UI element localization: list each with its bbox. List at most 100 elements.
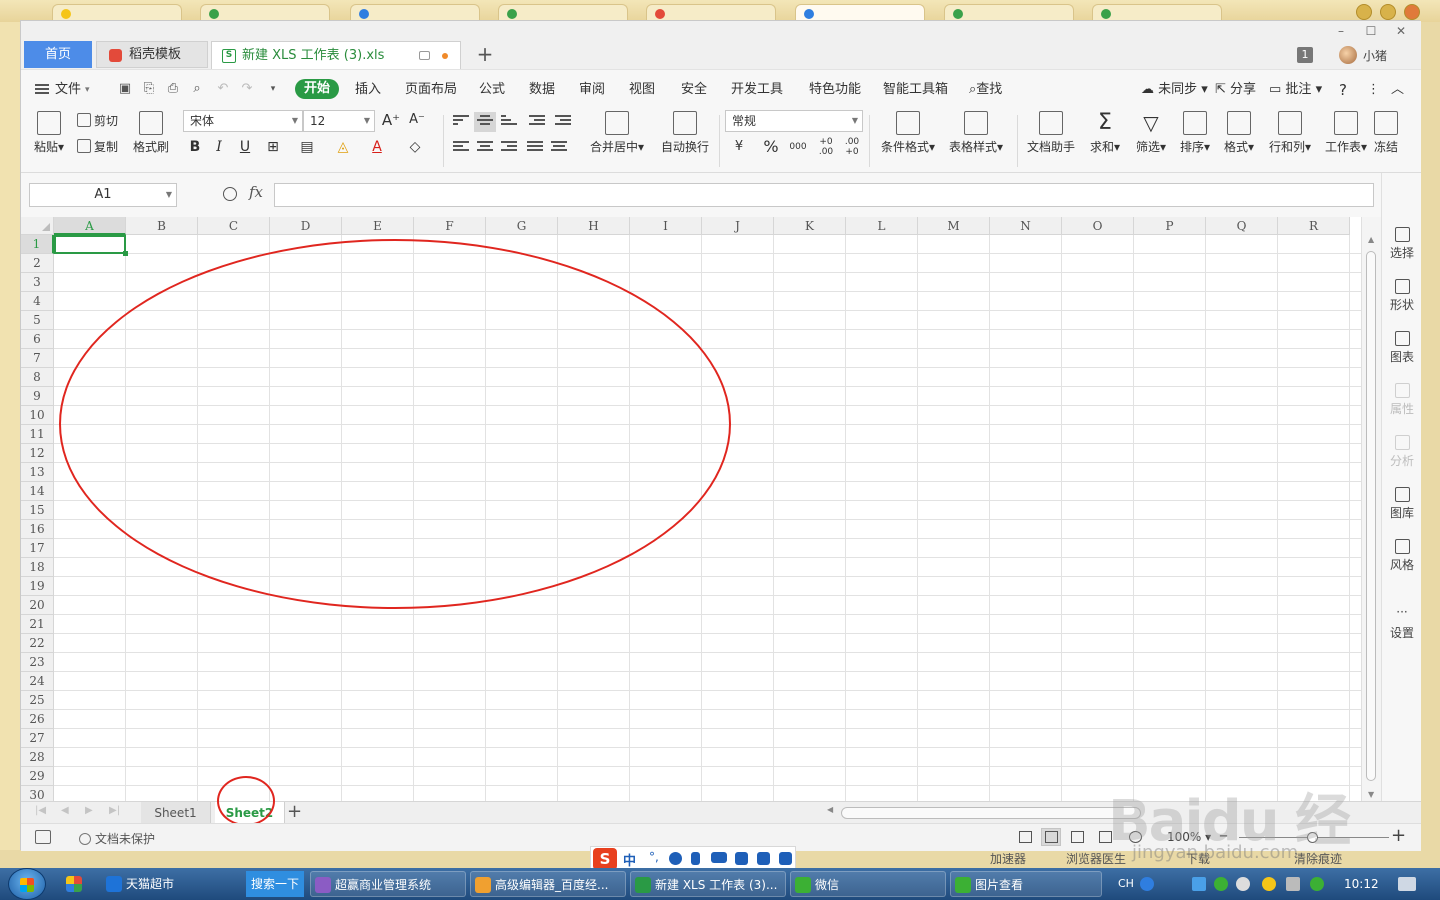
insert-function-button[interactable]: fx xyxy=(249,183,263,201)
align-top-icon[interactable] xyxy=(453,115,469,129)
prev-sheet-icon[interactable]: ◀ xyxy=(61,805,69,816)
antivirus-icon[interactable] xyxy=(1262,877,1276,891)
row-header[interactable]: 13 xyxy=(21,463,54,482)
document-icon[interactable] xyxy=(35,830,51,844)
decrease-indent-icon[interactable] xyxy=(529,115,545,129)
task-pane-item[interactable]: 风格 xyxy=(1382,539,1422,573)
comment-button[interactable]: ▭ 批注 ▾ xyxy=(1269,80,1322,100)
notifications-icon[interactable] xyxy=(1398,877,1416,891)
row-header[interactable]: 26 xyxy=(21,710,54,729)
format-painter-button[interactable]: 格式刷 xyxy=(129,111,173,155)
user-icon[interactable] xyxy=(735,852,748,865)
column-header[interactable]: J xyxy=(702,217,774,235)
align-bottom-icon[interactable] xyxy=(501,115,517,129)
help-icon[interactable] xyxy=(1140,877,1154,891)
browser-maximize-icon[interactable] xyxy=(1380,4,1396,20)
number-format-select[interactable]: 常规 ▼ xyxy=(725,110,863,132)
first-sheet-icon[interactable]: |◀ xyxy=(35,805,46,816)
wechat-icon[interactable] xyxy=(1214,877,1228,891)
percent-button[interactable]: % xyxy=(761,137,781,157)
column-header[interactable]: O xyxy=(1062,217,1134,235)
start-button[interactable] xyxy=(8,868,46,900)
clear-format-icon[interactable]: ◇ xyxy=(405,137,425,157)
merge-center-button[interactable]: 合并居中▾ xyxy=(587,111,647,155)
font-size-select[interactable]: 12 ▼ xyxy=(303,110,375,132)
row-header[interactable]: 4 xyxy=(21,292,54,311)
thousands-button[interactable]: 000 xyxy=(787,137,809,157)
share-button[interactable]: ⇱ 分享 xyxy=(1215,80,1256,100)
row-header[interactable]: 18 xyxy=(21,558,54,577)
conditional-format-button[interactable]: 条件格式▾ xyxy=(877,111,939,155)
paste-button[interactable]: 粘贴▾ xyxy=(31,111,67,155)
row-header[interactable]: 30 xyxy=(21,786,54,801)
cut-button[interactable]: 剪切 xyxy=(77,111,118,131)
row-header[interactable]: 28 xyxy=(21,748,54,767)
column-header[interactable]: C xyxy=(198,217,270,235)
wrap-text-button[interactable]: 自动换行 xyxy=(655,111,715,155)
toolbox-icon[interactable] xyxy=(779,852,792,865)
name-box[interactable]: A1 ▼ xyxy=(29,183,177,207)
column-header[interactable]: L xyxy=(846,217,918,235)
taskbar-app[interactable]: 天猫超市 xyxy=(102,871,242,897)
row-header[interactable]: 10 xyxy=(21,406,54,425)
distributed-icon[interactable] xyxy=(551,141,567,155)
align-left-icon[interactable] xyxy=(453,141,469,155)
taskbar-app[interactable]: 图片查看 xyxy=(950,871,1102,897)
row-header[interactable]: 9 xyxy=(21,387,54,406)
row-header[interactable]: 24 xyxy=(21,672,54,691)
bold-button[interactable]: B xyxy=(185,137,205,157)
scroll-up-icon[interactable]: ▲ xyxy=(1368,235,1374,244)
column-header[interactable]: H xyxy=(558,217,630,235)
align-center-icon[interactable] xyxy=(477,141,493,155)
cell-style-icon[interactable]: ▤ xyxy=(297,137,317,157)
task-pane-item[interactable]: 分析 xyxy=(1382,435,1422,469)
menu-item[interactable]: 公式 xyxy=(479,80,505,100)
select-all-corner[interactable] xyxy=(21,217,54,235)
worksheet-button[interactable]: 工作表▾ xyxy=(1321,111,1371,155)
row-col-button[interactable]: 行和列▾ xyxy=(1265,111,1315,155)
task-pane-item[interactable]: 形状 xyxy=(1382,279,1422,313)
export-icon[interactable]: ⎘ xyxy=(141,81,157,97)
keyboard-icon[interactable] xyxy=(711,852,727,863)
collapse-ribbon-icon[interactable]: ︿ xyxy=(1391,80,1404,100)
filter-button[interactable]: ▽ 筛选▾ xyxy=(1131,111,1171,155)
more-icon[interactable]: ⋮ xyxy=(1367,80,1380,100)
task-pane-item[interactable]: 图库 xyxy=(1382,487,1422,521)
undo-icon[interactable]: ↶ xyxy=(215,81,231,97)
row-header[interactable]: 12 xyxy=(21,444,54,463)
vertical-scrollbar[interactable]: ▲ ▼ xyxy=(1361,217,1381,801)
decrease-decimal-button[interactable]: .00 +0 xyxy=(841,137,863,157)
scroll-thumb[interactable] xyxy=(841,807,1141,819)
column-header[interactable]: P xyxy=(1134,217,1206,235)
clock[interactable]: 10:12 xyxy=(1344,877,1379,891)
full-screen-icon[interactable] xyxy=(1015,828,1035,846)
sync-status[interactable]: ☁ 未同步 ▾ xyxy=(1141,80,1208,100)
tab-template[interactable]: 稻壳模板 xyxy=(96,41,208,68)
customize-dropdown-icon[interactable]: ▾ xyxy=(265,81,281,97)
underline-button[interactable]: U xyxy=(235,137,255,157)
column-header[interactable]: I xyxy=(630,217,702,235)
column-header[interactable]: K xyxy=(774,217,846,235)
help-icon[interactable]: ? xyxy=(1339,80,1347,100)
row-header[interactable]: 22 xyxy=(21,634,54,653)
network-box-icon[interactable] xyxy=(1192,877,1206,891)
sogou-logo-icon[interactable]: S xyxy=(593,848,617,870)
task-pane-item[interactable]: 选择 xyxy=(1382,227,1422,261)
menu-file[interactable]: 文件 xyxy=(55,80,81,100)
sum-button[interactable]: Σ 求和▾ xyxy=(1085,111,1125,155)
scroll-left-icon[interactable]: ◀ xyxy=(827,805,833,814)
align-middle-icon[interactable] xyxy=(474,112,496,132)
row-header[interactable]: 11 xyxy=(21,425,54,444)
format-button[interactable]: 格式▾ xyxy=(1219,111,1259,155)
menu-item[interactable]: 智能工具箱 xyxy=(883,80,948,100)
scroll-thumb[interactable] xyxy=(1366,251,1376,781)
menu-item[interactable]: 安全 xyxy=(681,80,707,100)
column-header[interactable]: Q xyxy=(1206,217,1278,235)
formula-input[interactable] xyxy=(274,183,1374,207)
row-header[interactable]: 15 xyxy=(21,501,54,520)
microphone-icon[interactable] xyxy=(691,852,700,865)
font-name-select[interactable]: 宋体 ▼ xyxy=(183,110,303,132)
tab-home[interactable]: 首页 xyxy=(24,41,92,68)
sheet-tab[interactable]: Sheet1 xyxy=(141,802,211,824)
column-header[interactable]: G xyxy=(486,217,558,235)
